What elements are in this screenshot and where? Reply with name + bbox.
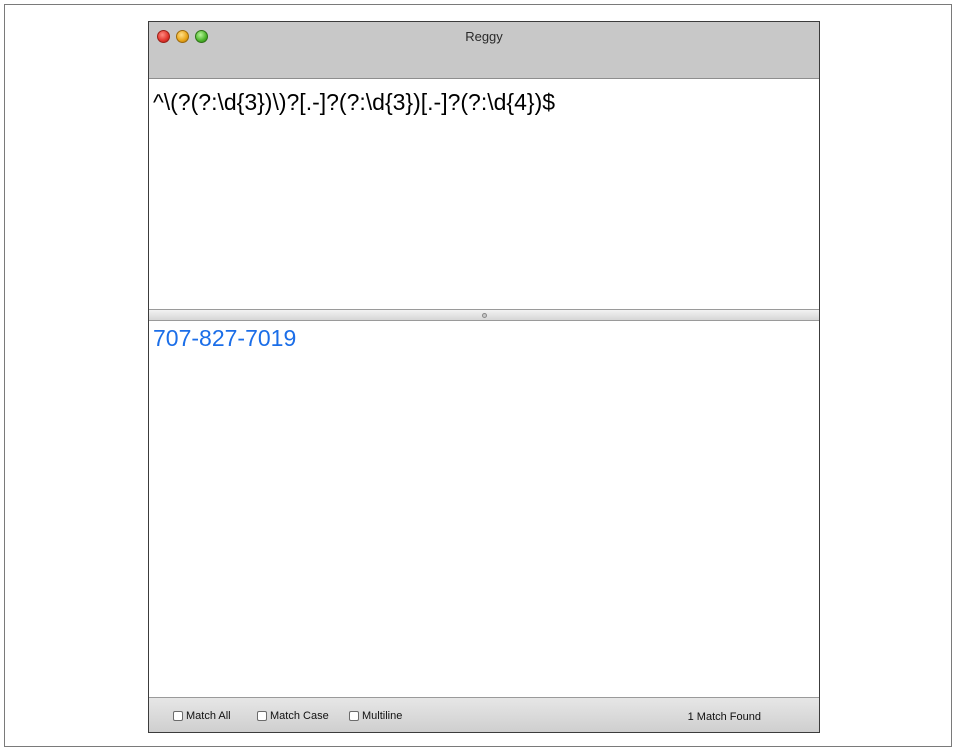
pane-splitter[interactable] [149, 309, 819, 321]
multiline-label: Multiline [362, 710, 403, 722]
status-bar: Match All Match Case Multiline 1 Match F… [149, 697, 819, 732]
multiline-checkbox[interactable] [349, 711, 359, 721]
regex-pattern-text[interactable]: ^\(?(?:\d{3})\)?[.-]?(?:\d{3})[.-]?(?:\d… [153, 89, 555, 116]
regex-pattern-pane[interactable]: ^\(?(?:\d{3})\)?[.-]?(?:\d{3})[.-]?(?:\d… [149, 79, 819, 309]
match-case-label: Match Case [270, 710, 329, 722]
match-all-label: Match All [186, 710, 231, 722]
match-all-checkbox[interactable] [173, 711, 183, 721]
match-all-option[interactable]: Match All [173, 710, 231, 722]
match-case-option[interactable]: Match Case [257, 710, 329, 722]
match-case-checkbox[interactable] [257, 711, 267, 721]
test-string-text[interactable]: 707-827-7019 [153, 325, 296, 352]
match-status: 1 Match Found [687, 711, 761, 723]
splitter-grip-icon[interactable] [482, 313, 487, 318]
test-string-pane[interactable]: 707-827-7019 [149, 321, 819, 698]
reggy-window: Reggy ^\(?(?:\d{3})\)?[.-]?(?:\d{3})[.-]… [148, 21, 820, 733]
multiline-option[interactable]: Multiline [349, 710, 402, 722]
title-bar[interactable]: Reggy [149, 22, 819, 79]
window-title: Reggy [465, 29, 503, 44]
